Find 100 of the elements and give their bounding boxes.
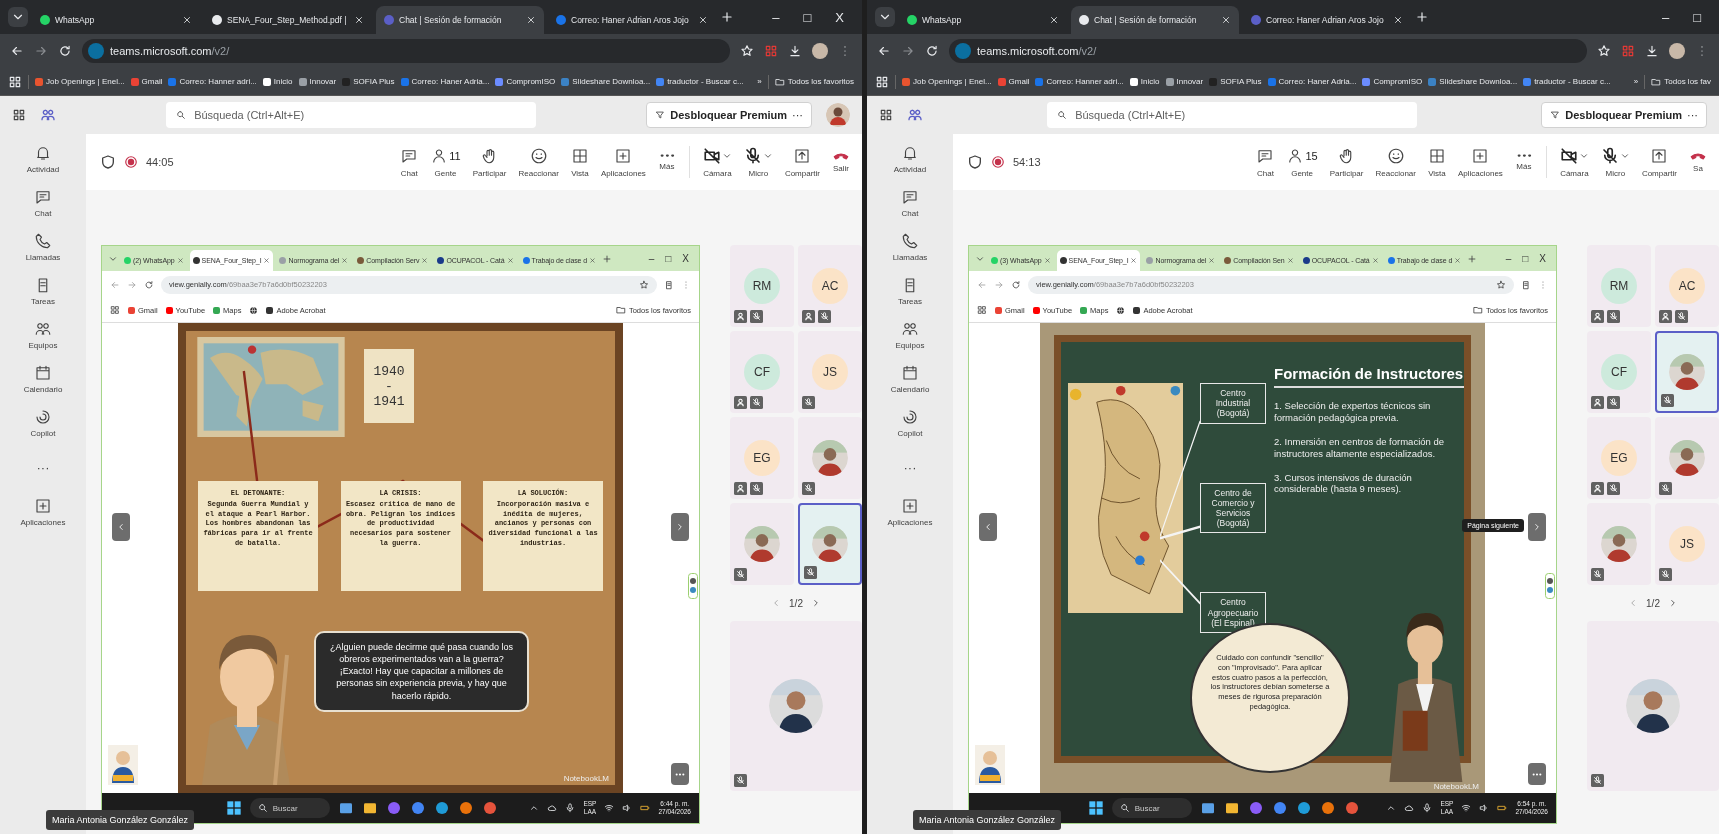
caret-up-icon[interactable] bbox=[529, 803, 540, 813]
toolbar-button[interactable]: Vista bbox=[1425, 146, 1448, 178]
participant-tile[interactable] bbox=[1587, 503, 1651, 585]
rail-item[interactable]: Calendario bbox=[890, 364, 930, 394]
back-icon[interactable] bbox=[10, 44, 24, 58]
folder-icon[interactable] bbox=[1223, 800, 1240, 816]
taskbar-search-field[interactable]: Buscar bbox=[249, 798, 330, 818]
extension-icon[interactable] bbox=[1521, 279, 1531, 290]
toolbar-button[interactable]: Reaccionar bbox=[516, 146, 561, 178]
window-control[interactable]: X bbox=[678, 253, 693, 264]
toolbar-button[interactable]: Cámara bbox=[700, 146, 734, 178]
bookmark[interactable]: Job Openings | Enel... bbox=[902, 77, 992, 86]
address-field[interactable]: teams.microsoft.com/v2/ bbox=[949, 39, 1587, 63]
participant-tile[interactable]: AC bbox=[798, 245, 862, 327]
plus-icon[interactable] bbox=[1467, 253, 1478, 264]
folder-icon[interactable] bbox=[361, 800, 378, 816]
participant-tile[interactable]: CF bbox=[730, 331, 794, 413]
close-icon[interactable] bbox=[1393, 15, 1403, 25]
forward-icon[interactable] bbox=[901, 44, 915, 58]
toolbar-button[interactable]: Cámara bbox=[1557, 146, 1591, 178]
wifi-icon[interactable] bbox=[1461, 803, 1472, 813]
previous-button[interactable] bbox=[112, 513, 130, 541]
rail-item[interactable]: Calendario bbox=[23, 364, 63, 394]
reload-icon[interactable] bbox=[144, 279, 154, 290]
bookmark[interactable]: Innovar bbox=[1165, 77, 1204, 86]
reload-icon[interactable] bbox=[58, 44, 72, 58]
globe-icon[interactable] bbox=[1116, 305, 1126, 315]
window-control[interactable]: – bbox=[1501, 253, 1516, 264]
plus-icon[interactable] bbox=[720, 10, 734, 24]
mic-icon[interactable] bbox=[565, 803, 576, 813]
star-icon[interactable] bbox=[1597, 44, 1611, 58]
rail-item[interactable]: Copilot bbox=[897, 408, 923, 438]
more-apps-button[interactable]: ··· bbox=[903, 452, 917, 483]
folder-icon[interactable] bbox=[1199, 800, 1216, 816]
window-control[interactable]: X bbox=[825, 9, 854, 25]
bookmark[interactable]: Correo: Hanner adri... bbox=[1035, 77, 1124, 86]
toolbar-button[interactable]: 11 Gente bbox=[428, 146, 463, 178]
more-bookmarks-button[interactable]: » bbox=[757, 77, 762, 86]
toolbar-button[interactable]: Reaccionar bbox=[1373, 146, 1418, 178]
battery-icon[interactable] bbox=[1497, 803, 1508, 813]
search-field[interactable]: Búsqueda (Ctrl+Alt+E) bbox=[166, 102, 537, 128]
bookmark[interactable]: traductor - Buscar c... bbox=[656, 77, 744, 86]
toolbar-button[interactable]: Más bbox=[655, 153, 678, 171]
rail-item[interactable]: Aplicaciones bbox=[887, 497, 933, 527]
globe-icon[interactable] bbox=[249, 305, 259, 315]
caret-up-icon[interactable] bbox=[1386, 803, 1397, 813]
wifi-icon[interactable] bbox=[604, 803, 615, 813]
bookmark[interactable]: Inicio bbox=[262, 77, 293, 86]
browser-tab[interactable]: SENA_Four_Step_Method.pdf | bbox=[204, 6, 372, 34]
close-icon[interactable] bbox=[1049, 15, 1059, 25]
rail-item[interactable]: Tareas bbox=[31, 276, 55, 306]
window-control[interactable]: □ bbox=[1683, 9, 1711, 25]
toolbar-button[interactable]: Aplicaciones bbox=[598, 146, 648, 178]
back-icon[interactable] bbox=[877, 44, 891, 58]
bookmark[interactable]: SOFIA Plus bbox=[1209, 77, 1262, 86]
participant-tile[interactable]: RM bbox=[730, 245, 794, 327]
participant-tile[interactable] bbox=[798, 503, 862, 585]
apps-icon[interactable] bbox=[875, 74, 889, 89]
apps-icon[interactable] bbox=[110, 305, 120, 315]
battery-icon[interactable] bbox=[640, 803, 651, 813]
windows-logo-icon[interactable] bbox=[1087, 800, 1104, 816]
star-icon[interactable] bbox=[639, 279, 649, 290]
toolbar-button[interactable]: Compartir bbox=[782, 146, 822, 178]
site-info-icon[interactable] bbox=[88, 43, 104, 59]
participant-tile[interactable]: AC bbox=[1655, 245, 1719, 327]
cloud-icon[interactable] bbox=[1404, 803, 1415, 813]
close-icon[interactable] bbox=[182, 15, 192, 25]
browser-icon[interactable] bbox=[433, 800, 450, 816]
bookmark[interactable]: Slideshare Downloa... bbox=[1428, 77, 1518, 86]
toolbar-button[interactable]: 15 Gente bbox=[1284, 146, 1320, 178]
tab-list-button[interactable] bbox=[875, 7, 895, 27]
bookmark[interactable]: Correo: Hanner adri... bbox=[168, 77, 257, 86]
window-control[interactable]: □ bbox=[793, 9, 822, 25]
tab-list-button[interactable] bbox=[8, 7, 28, 27]
extension-icon[interactable] bbox=[1621, 44, 1635, 58]
rail-item[interactable]: Copilot bbox=[30, 408, 56, 438]
widget-icon[interactable] bbox=[1545, 573, 1555, 599]
forward-icon[interactable] bbox=[34, 44, 48, 58]
app-grid-icon[interactable] bbox=[879, 108, 893, 122]
profile-avatar[interactable] bbox=[1669, 43, 1685, 59]
taskbar-search-field[interactable]: Buscar bbox=[1111, 798, 1192, 818]
next-button[interactable] bbox=[671, 513, 689, 541]
previous-button[interactable] bbox=[979, 513, 997, 541]
rail-item[interactable]: Equipos bbox=[895, 320, 925, 350]
premium-button[interactable]: Desbloquear Premium ··· bbox=[1541, 102, 1707, 128]
rail-item[interactable]: Actividad bbox=[893, 144, 927, 174]
rail-item[interactable]: Aplicaciones bbox=[20, 497, 66, 527]
reload-icon[interactable] bbox=[925, 44, 939, 58]
window-control[interactable]: □ bbox=[1518, 253, 1533, 264]
toolbar-button[interactable]: Micro bbox=[741, 146, 775, 178]
participant-tile[interactable]: CF bbox=[1587, 331, 1651, 413]
window-control[interactable]: X bbox=[1535, 253, 1550, 264]
bookmark[interactable]: Gmail bbox=[997, 77, 1030, 86]
presentation-icon[interactable] bbox=[481, 800, 498, 816]
more-apps-button[interactable]: ··· bbox=[36, 452, 50, 483]
browser-tab[interactable]: WhatsApp bbox=[32, 6, 200, 34]
windows-logo-icon[interactable] bbox=[225, 800, 242, 816]
toolbar-button[interactable]: Vista bbox=[568, 146, 591, 178]
plus-icon[interactable] bbox=[1415, 10, 1429, 24]
toolbar-button[interactable]: Chat bbox=[1254, 146, 1277, 178]
